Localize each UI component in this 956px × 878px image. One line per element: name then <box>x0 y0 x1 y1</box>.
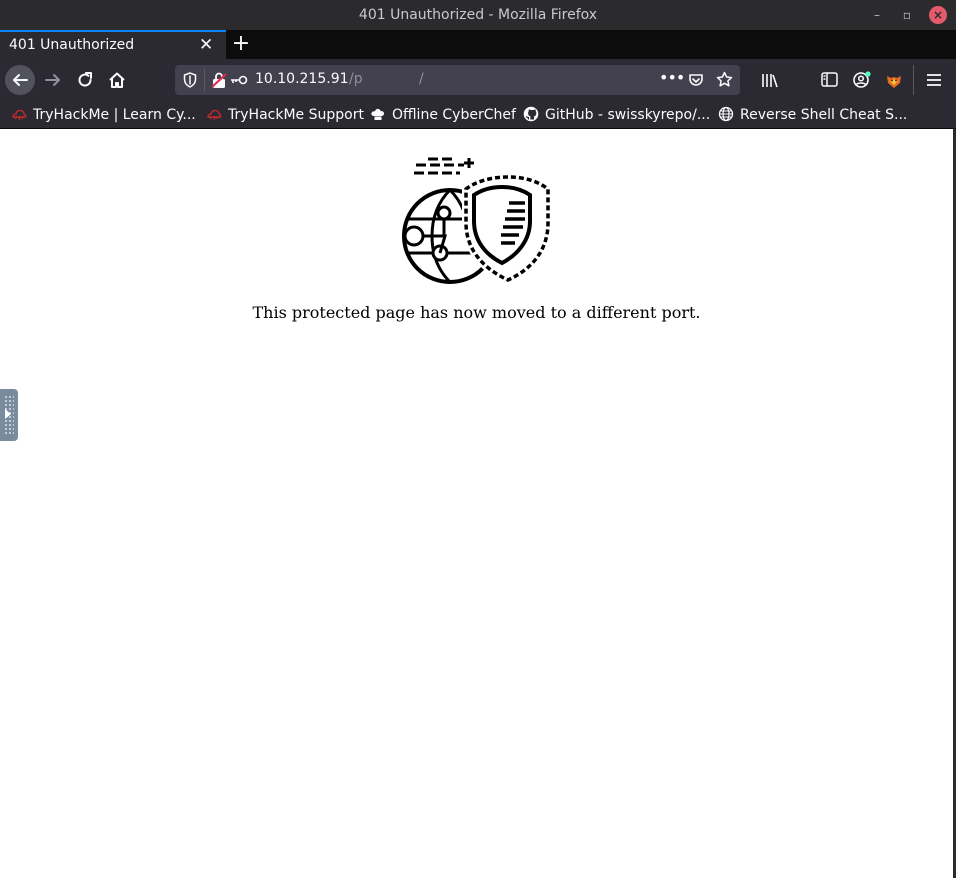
page-content: This protected page has now moved to a d… <box>0 129 953 878</box>
security-shield-globe-icon <box>402 157 552 285</box>
bookmark-label: TryHackMe Support <box>228 107 364 123</box>
protected-page-message: This protected page has now moved to a d… <box>252 303 701 322</box>
bookmark-item-github[interactable]: GitHub - swisskyrepo/... <box>523 106 710 123</box>
tab-active[interactable]: 401 Unauthorized ✕ <box>0 30 226 59</box>
key-icon[interactable] <box>230 74 248 86</box>
url-host: 10.10.215.91 <box>255 71 349 87</box>
forward-button[interactable] <box>38 65 68 95</box>
minimize-icon[interactable]: – <box>868 6 886 24</box>
bookmarks-toolbar: TryHackMe | Learn Cy... TryHackMe Suppor… <box>0 101 956 129</box>
toolbar-divider <box>913 65 914 95</box>
extension-fox-icon[interactable] <box>884 70 904 90</box>
browser-window: 401 Unauthorized - Mozilla Firefox – ▫ ×… <box>0 0 956 878</box>
back-button[interactable] <box>5 65 35 95</box>
github-icon <box>523 106 539 122</box>
bookmark-star-icon[interactable] <box>716 71 733 88</box>
library-icon[interactable] <box>761 72 779 88</box>
tab-title: 401 Unauthorized <box>9 37 135 53</box>
bookmark-item-tryhackme-support[interactable]: TryHackMe Support <box>206 106 364 123</box>
sidebar-icon[interactable] <box>821 72 838 87</box>
url-path: /p <box>349 71 363 87</box>
side-panel-handle[interactable] <box>0 389 18 441</box>
insecure-lock-icon[interactable] <box>211 71 227 89</box>
bookmark-label: GitHub - swisskyrepo/... <box>545 107 711 123</box>
home-button[interactable] <box>102 65 132 95</box>
bookmark-label: Offline CyberChef <box>392 107 516 123</box>
home-icon <box>109 72 125 88</box>
expand-arrow-icon <box>5 409 11 419</box>
url-trailing: / <box>419 71 424 87</box>
reload-button[interactable] <box>70 65 100 95</box>
navigation-bar: 10.10.215.91 /p / ••• <box>0 59 956 101</box>
bookmark-item-reverse-shell[interactable]: Reverse Shell Cheat S... <box>718 106 907 123</box>
bookmark-item-tryhackme-learn[interactable]: TryHackMe | Learn Cy... <box>11 106 196 123</box>
urlbar-divider <box>204 69 205 91</box>
bookmark-item-cyberchef[interactable]: Offline CyberChef <box>370 106 516 123</box>
chef-hat-icon <box>371 108 384 120</box>
bookmark-label: TryHackMe | Learn Cy... <box>33 107 196 123</box>
tracking-shield-icon[interactable] <box>183 72 197 88</box>
maximize-icon[interactable]: ▫ <box>898 6 916 24</box>
window-title: 401 Unauthorized - Mozilla Firefox <box>358 7 598 23</box>
globe-icon <box>718 106 734 122</box>
tab-close-icon[interactable]: ✕ <box>199 35 213 55</box>
new-tab-icon[interactable]: + <box>231 31 251 57</box>
window-titlebar: 401 Unauthorized - Mozilla Firefox – ▫ × <box>0 0 956 30</box>
account-icon[interactable] <box>852 70 872 90</box>
tab-strip: 401 Unauthorized ✕ + <box>0 30 956 59</box>
page-actions-icon[interactable]: ••• <box>659 68 685 87</box>
tryhackme-icon <box>207 109 222 121</box>
arrow-right-icon <box>45 74 60 86</box>
url-bar[interactable]: 10.10.215.91 /p / ••• <box>175 65 740 95</box>
bookmark-label: Reverse Shell Cheat S... <box>740 107 908 123</box>
menu-hamburger-icon[interactable] <box>926 73 942 87</box>
tryhackme-icon <box>12 109 27 121</box>
reload-icon <box>78 72 92 87</box>
window-close-icon[interactable]: × <box>929 6 947 24</box>
arrow-left-icon <box>13 74 28 86</box>
pocket-icon[interactable] <box>688 72 704 88</box>
